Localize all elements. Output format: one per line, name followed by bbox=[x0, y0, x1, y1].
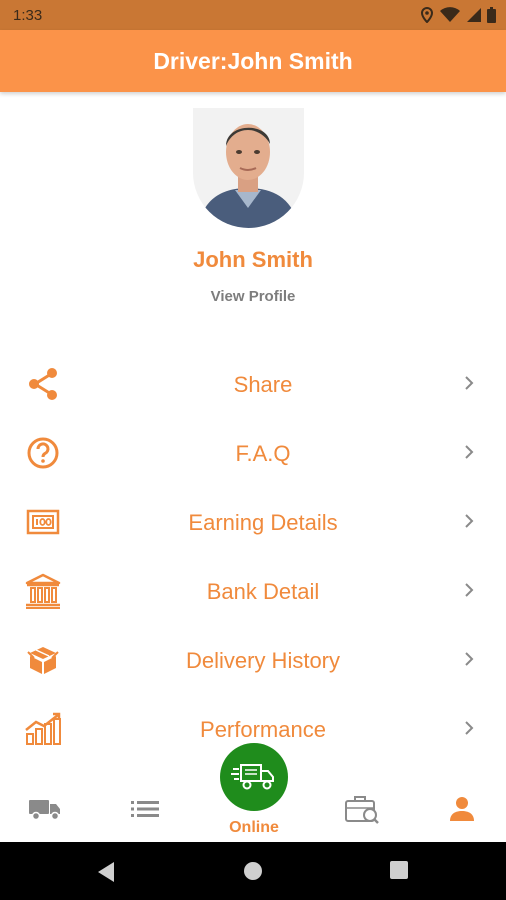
menu-item-label: Share bbox=[233, 372, 293, 397]
list-icon bbox=[131, 801, 159, 817]
growth-chart-icon bbox=[22, 708, 64, 750]
menu-item-label: Earning Details bbox=[188, 510, 338, 535]
wifi-icon bbox=[440, 7, 460, 22]
menu-item-label: Performance bbox=[200, 717, 326, 742]
chevron-right-icon bbox=[465, 376, 474, 390]
status-time: 1:33 bbox=[13, 7, 43, 24]
recents-icon[interactable] bbox=[390, 861, 408, 879]
app-bar: Driver:John Smith bbox=[0, 30, 506, 92]
chevron-right-icon bbox=[465, 652, 474, 666]
menu-item-label: F.A.Q bbox=[235, 441, 291, 466]
system-nav-bar bbox=[0, 842, 506, 900]
package-icon bbox=[22, 639, 64, 681]
status-bar: 1:33 bbox=[0, 0, 506, 30]
menu-item-label: Delivery History bbox=[185, 648, 341, 673]
bottom-nav: Online bbox=[0, 743, 506, 842]
truck-icon bbox=[29, 800, 60, 821]
avatar[interactable] bbox=[193, 108, 304, 228]
menu-item-earning-details[interactable]: Earning Details bbox=[0, 488, 506, 557]
chevron-right-icon bbox=[465, 721, 474, 735]
help-circle-icon bbox=[22, 432, 64, 474]
menu-item-label: Bank Detail bbox=[206, 579, 320, 604]
battery-icon bbox=[487, 7, 496, 23]
back-icon[interactable] bbox=[96, 861, 116, 883]
delivery-truck-icon bbox=[231, 764, 274, 790]
nav-jobs[interactable] bbox=[342, 794, 382, 824]
bank-icon bbox=[22, 570, 64, 612]
share-icon bbox=[22, 363, 64, 405]
view-profile-link[interactable]: View Profile bbox=[0, 288, 506, 305]
chevron-right-icon bbox=[465, 514, 474, 528]
chevron-right-icon bbox=[465, 445, 474, 459]
menu-list: Share F.A.Q Earning Details Bank Detail … bbox=[0, 350, 506, 764]
nav-orders[interactable] bbox=[25, 794, 65, 824]
signal-icon bbox=[467, 8, 481, 22]
briefcase-icon bbox=[345, 796, 379, 824]
menu-item-share[interactable]: Share bbox=[0, 350, 506, 419]
banknote-icon bbox=[22, 501, 64, 543]
home-icon[interactable] bbox=[243, 861, 263, 881]
status-icons bbox=[420, 7, 496, 23]
nav-list[interactable] bbox=[125, 794, 165, 824]
person-icon bbox=[450, 797, 474, 821]
menu-item-faq[interactable]: F.A.Q bbox=[0, 419, 506, 488]
online-status-label: Online bbox=[229, 819, 279, 836]
nav-profile[interactable] bbox=[442, 794, 482, 824]
profile-name: John Smith bbox=[193, 247, 313, 272]
menu-item-delivery-history[interactable]: Delivery History bbox=[0, 626, 506, 695]
location-icon bbox=[420, 7, 434, 23]
online-toggle-button[interactable] bbox=[220, 743, 288, 811]
page-title: Driver:John Smith bbox=[153, 47, 353, 74]
menu-item-bank-detail[interactable]: Bank Detail bbox=[0, 557, 506, 626]
chevron-right-icon bbox=[465, 583, 474, 597]
